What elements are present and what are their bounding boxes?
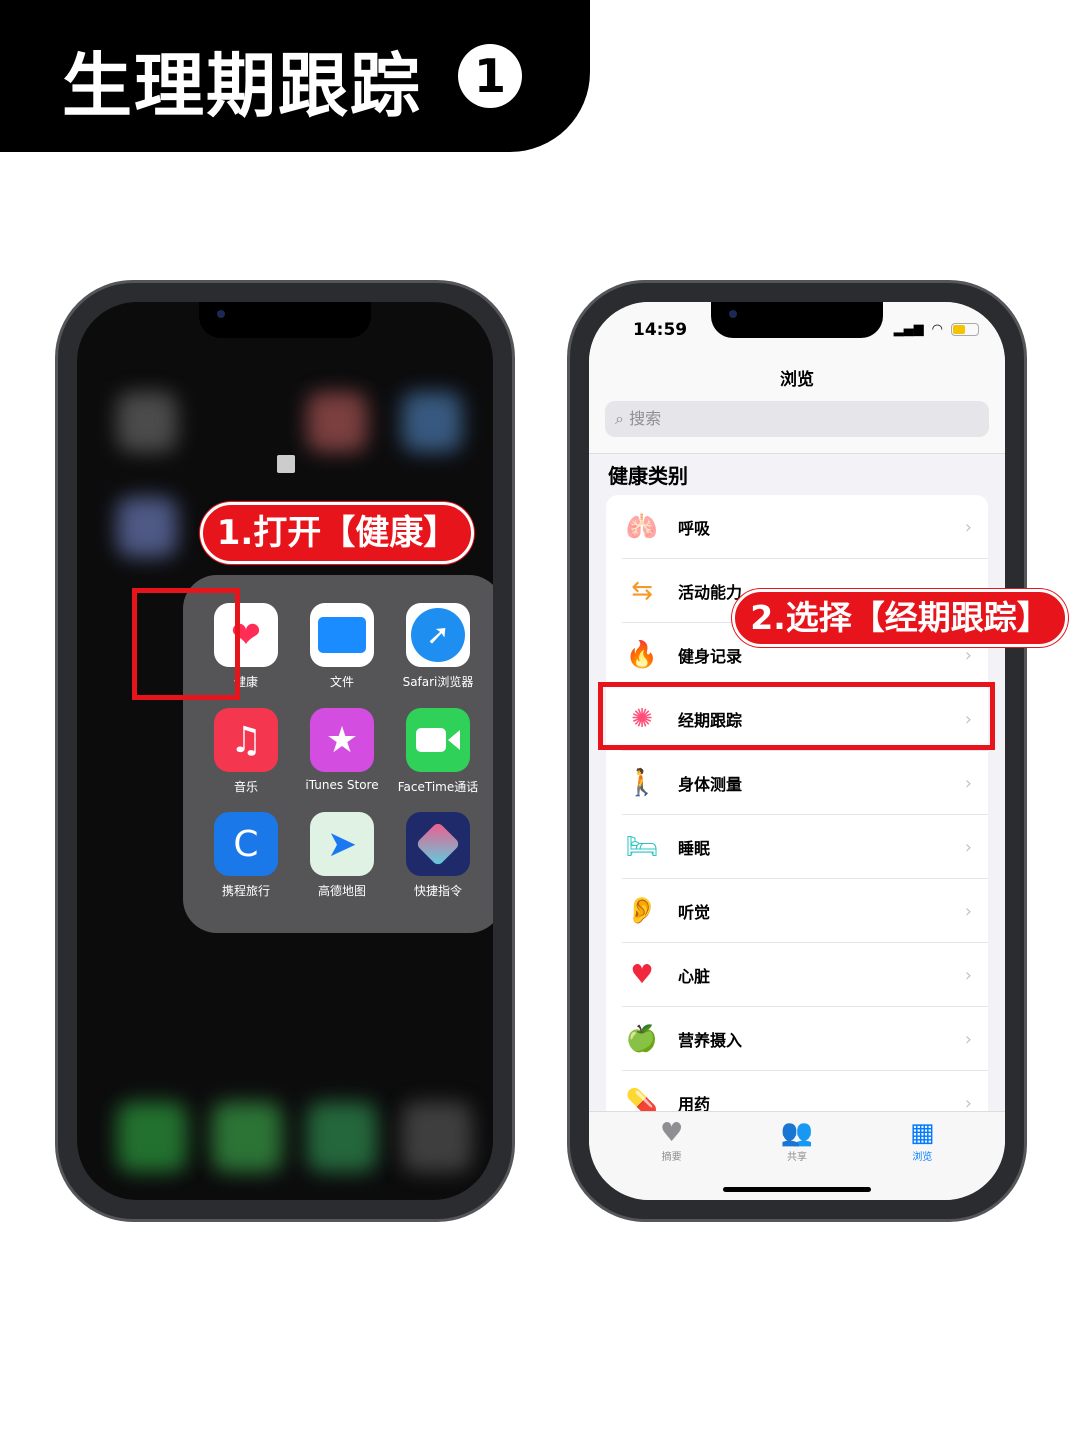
category-ear[interactable]: 👂 听觉 › [606, 879, 988, 943]
app-shortcuts[interactable]: 快捷指令 [390, 812, 486, 899]
bed-icon: 🛏 [625, 832, 659, 862]
page-title: 生理期跟踪 [62, 45, 422, 127]
step-number: 1 [458, 44, 522, 108]
music-note-icon: ♫ [214, 708, 278, 772]
right-phone: 14:59 ▂▄▆◠ 浏览 ⌕ 搜索 健康类别 🫁呼吸›⇆活动能力›🔥健身记录›… [567, 280, 1027, 1222]
app-label: 携程旅行 [221, 884, 270, 898]
chevron-right-icon: › [964, 836, 972, 858]
category-pills[interactable]: 💊 用药 › [606, 1071, 988, 1115]
people-icon: 👥 [780, 1118, 814, 1148]
app-amap[interactable]: ➤ 高德地图 [294, 812, 390, 899]
callout-step2: 2.选择【经期跟踪】 [732, 589, 1068, 647]
search-placeholder: 搜索 [629, 409, 662, 428]
health-app-screen: 14:59 ▂▄▆◠ 浏览 ⌕ 搜索 健康类别 🫁呼吸›⇆活动能力›🔥健身记录›… [589, 302, 1005, 1200]
app-music[interactable]: ♫ 音乐 [198, 708, 294, 795]
category-label: 心脏 [678, 967, 711, 986]
chevron-right-icon: › [964, 1028, 972, 1050]
home-screen: ❤ 健康 文件 ➚ Safari浏览器 ♫ 音乐 ★ iTunes Store Face… [77, 302, 493, 1200]
figure-icon: 🚶 [625, 768, 659, 798]
home-indicator [723, 1187, 871, 1192]
amap-plane-icon: ➤ [310, 812, 374, 876]
app-label: FaceTime通话 [397, 780, 479, 794]
ear-icon: 👂 [625, 896, 659, 926]
chevron-right-icon: › [964, 516, 972, 538]
itunes-star-icon: ★ [310, 708, 374, 772]
category-label: 听觉 [678, 903, 711, 922]
status-time: 14:59 [633, 320, 688, 340]
flame-icon: 🔥 [625, 640, 659, 670]
files-folder-icon [310, 603, 374, 667]
section-title: 健康类别 [608, 464, 688, 488]
shortcuts-icon [406, 812, 470, 876]
signal-icon: ▂▄▆ [893, 322, 924, 337]
app-files[interactable]: 文件 [294, 603, 390, 690]
tab-browse[interactable]: ▦ 浏览 [882, 1118, 962, 1200]
ctrip-dolphin-icon: C [214, 812, 278, 876]
apple-icon: 🍏 [625, 1024, 659, 1054]
chevron-right-icon: › [964, 644, 972, 666]
facetime-camera-icon [406, 708, 470, 772]
app-label: iTunes Store [305, 778, 379, 792]
heart-icon: ♥ [660, 1118, 684, 1148]
category-apple[interactable]: 🍏 营养摄入 › [606, 1007, 988, 1071]
highlight-cycle-tracking [598, 682, 995, 750]
tab-label: 摘要 [661, 1152, 682, 1163]
chevron-right-icon: › [964, 772, 972, 794]
wifi-icon: ◠ [931, 322, 943, 337]
category-label: 营养摄入 [678, 1031, 743, 1050]
category-lungs[interactable]: 🫁 呼吸 › [606, 495, 988, 559]
chevron-right-icon: › [964, 964, 972, 986]
heart-icon: ♥ [630, 960, 654, 990]
category-bed[interactable]: 🛏 睡眠 › [606, 815, 988, 879]
status-icons: ▂▄▆ ◠ [894, 322, 979, 337]
highlight-health-app [132, 588, 240, 700]
page-indicator [277, 455, 295, 473]
app-label: 文件 [329, 675, 354, 689]
arrows-icon: ⇆ [631, 576, 653, 606]
app-ctrip[interactable]: C 携程旅行 [198, 812, 294, 899]
app-label: Safari浏览器 [402, 675, 474, 689]
app-itunes[interactable]: ★ iTunes Store [294, 708, 390, 792]
title-banner: 生理期跟踪 1 [0, 0, 590, 152]
tab-summary[interactable]: ♥ 摘要 [632, 1118, 712, 1200]
category-label: 睡眠 [678, 839, 711, 858]
left-phone: ❤ 健康 文件 ➚ Safari浏览器 ♫ 音乐 ★ iTunes Store Face… [55, 280, 515, 1222]
chevron-right-icon: › [964, 900, 972, 922]
nav-title: 浏览 [780, 370, 814, 390]
search-input[interactable]: ⌕ 搜索 [605, 401, 989, 437]
app-label: 高德地图 [317, 884, 366, 898]
category-label: 身体测量 [678, 775, 743, 794]
safari-compass-icon: ➚ [406, 603, 470, 667]
category-heart[interactable]: ♥ 心脏 › [606, 943, 988, 1007]
battery-icon [951, 323, 979, 336]
category-label: 呼吸 [678, 519, 711, 538]
category-list: 🫁呼吸›⇆活动能力›🔥健身记录›✺经期跟踪›🚶身体测量›🛏睡眠›👂听觉›♥心脏›… [606, 495, 988, 1115]
category-figure[interactable]: 🚶 身体测量 › [606, 751, 988, 815]
tab-label: 浏览 [912, 1152, 933, 1163]
callout-step1: 1.打开【健康】 [200, 502, 474, 564]
app-label: 快捷指令 [413, 884, 462, 898]
search-icon: ⌕ [615, 409, 624, 428]
tab-label: 共享 [786, 1152, 807, 1163]
app-safari[interactable]: ➚ Safari浏览器 [390, 603, 486, 690]
app-label: 音乐 [233, 780, 258, 794]
app-facetime[interactable]: FaceTime通话 [390, 708, 486, 795]
grid-icon: ▦ [910, 1118, 935, 1148]
lungs-icon: 🫁 [625, 512, 659, 542]
